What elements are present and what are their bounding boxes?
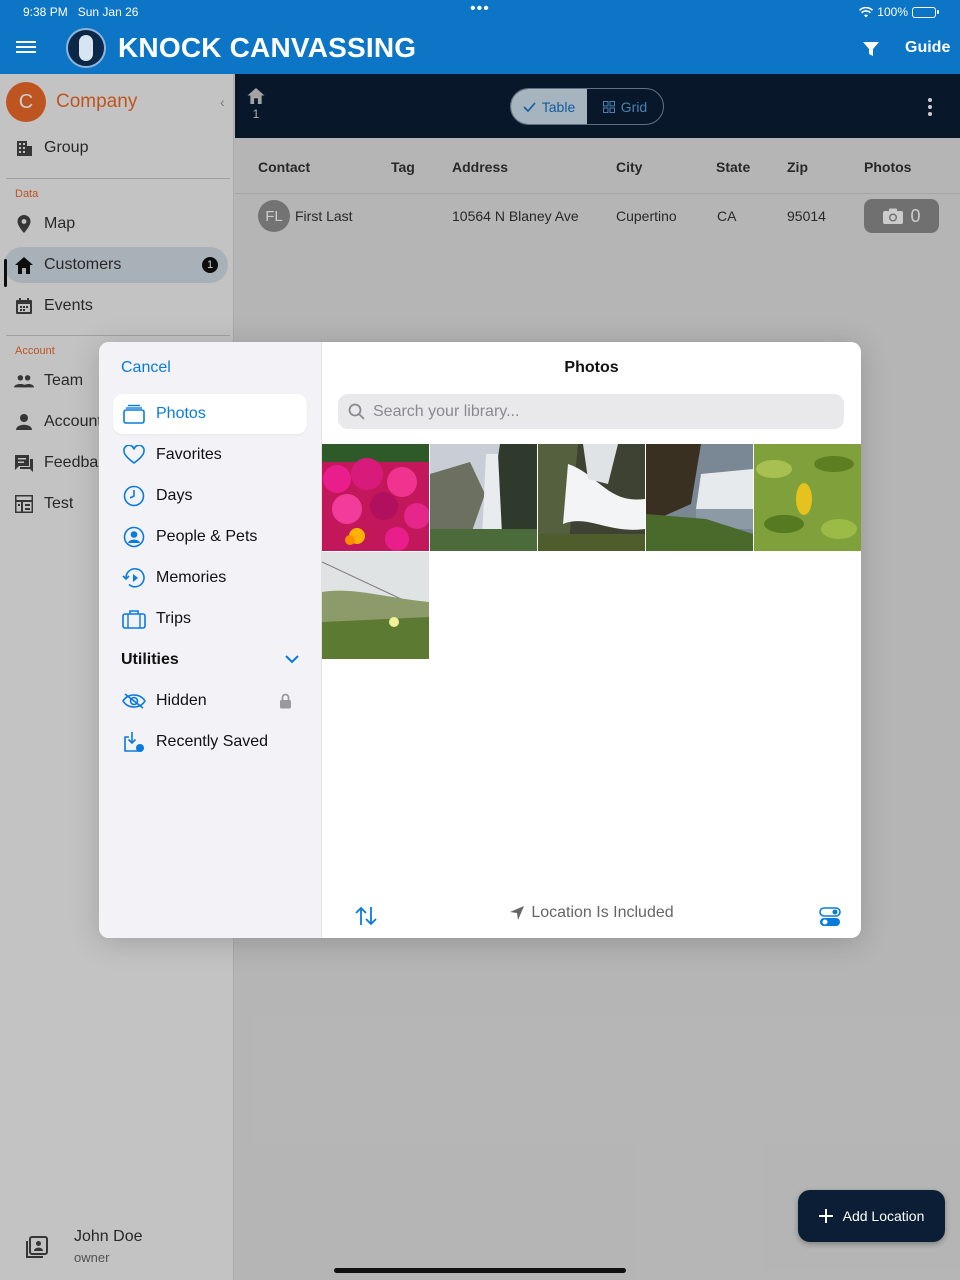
options-toggle-icon[interactable] bbox=[819, 907, 841, 927]
photo-thumbnail-dunes[interactable] bbox=[321, 552, 430, 659]
picker-item-label: Trips bbox=[156, 610, 191, 627]
picker-item-label: Favorites bbox=[156, 446, 222, 463]
battery-percent: 100% bbox=[877, 5, 908, 19]
clock-icon bbox=[121, 483, 147, 509]
picker-content: Photos Search your library... Location I… bbox=[321, 342, 861, 938]
photo-thumbnail-lemon-tree[interactable] bbox=[754, 444, 861, 551]
guide-button[interactable]: Guide bbox=[905, 39, 950, 57]
location-included-option[interactable]: Location Is Included bbox=[322, 904, 861, 922]
filter-icon[interactable] bbox=[862, 40, 880, 58]
photo-thumbnail-waterfall-1[interactable] bbox=[430, 444, 537, 551]
picker-item-label: Days bbox=[156, 487, 193, 504]
picker-item-recently-saved[interactable]: Recently Saved bbox=[113, 722, 307, 762]
lock-icon bbox=[280, 693, 291, 709]
picker-footer: Location Is Included bbox=[322, 898, 861, 938]
picker-item-label: Memories bbox=[156, 569, 227, 586]
location-arrow-icon bbox=[510, 906, 525, 920]
battery-icon bbox=[912, 6, 939, 18]
picker-item-memories[interactable]: Memories bbox=[113, 558, 307, 598]
picker-sidebar: Cancel Photos Favorites Days People & Pe… bbox=[99, 342, 322, 938]
picker-item-favorites[interactable]: Favorites bbox=[113, 435, 307, 475]
memories-icon bbox=[121, 565, 147, 591]
cancel-button[interactable]: Cancel bbox=[121, 359, 171, 377]
photo-thumbnail-waterfall-3[interactable] bbox=[646, 444, 753, 551]
app-brand-title: KNOCK CANVASSING bbox=[118, 32, 417, 63]
heart-icon bbox=[121, 442, 147, 468]
picker-title: Photos bbox=[564, 359, 619, 376]
location-included-label: Location Is Included bbox=[531, 904, 674, 921]
wifi-icon bbox=[859, 6, 874, 17]
picker-item-people-pets[interactable]: People & Pets bbox=[113, 517, 307, 557]
status-right: 100% bbox=[859, 5, 939, 19]
picker-item-label: Hidden bbox=[156, 692, 207, 709]
picker-item-trips[interactable]: Trips bbox=[113, 599, 307, 639]
plus-icon bbox=[818, 1209, 833, 1223]
app-logo bbox=[66, 28, 106, 68]
chevron-down-icon[interactable] bbox=[285, 654, 299, 664]
hamburger-menu-icon[interactable] bbox=[16, 38, 36, 58]
photo-thumbnail-waterfall-2[interactable] bbox=[538, 444, 645, 551]
picker-item-label: Recently Saved bbox=[156, 733, 269, 750]
add-location-label: Add Location bbox=[842, 1208, 925, 1224]
app-header: 9:38 PM Sun Jan 26 ••• 100% KNOCK CANVAS… bbox=[0, 0, 960, 74]
picker-item-days[interactable]: Days bbox=[113, 476, 307, 516]
photo-thumbnail-flowers[interactable] bbox=[322, 444, 430, 551]
download-icon bbox=[121, 729, 147, 755]
add-location-button[interactable]: Add Location bbox=[798, 1190, 945, 1242]
person-circle-icon bbox=[121, 524, 147, 550]
status-time-date: 9:38 PM Sun Jan 26 bbox=[23, 5, 139, 19]
picker-item-hidden[interactable]: Hidden bbox=[113, 681, 307, 721]
home-indicator[interactable] bbox=[334, 1268, 626, 1273]
picker-item-label: People & Pets bbox=[156, 528, 258, 545]
search-icon bbox=[348, 403, 365, 420]
photos-stack-icon bbox=[121, 401, 147, 427]
picker-item-label: Photos bbox=[156, 405, 206, 422]
multitask-dots-icon[interactable]: ••• bbox=[470, 0, 490, 18]
utilities-header[interactable]: Utilities bbox=[121, 651, 301, 669]
library-search[interactable] bbox=[338, 394, 844, 429]
status-bar: 9:38 PM Sun Jan 26 ••• 100% bbox=[0, 0, 960, 20]
eye-slash-icon bbox=[121, 688, 147, 714]
suitcase-icon bbox=[121, 606, 147, 632]
search-input[interactable] bbox=[373, 402, 813, 421]
photo-picker-dialog: Cancel Photos Favorites Days People & Pe… bbox=[99, 342, 861, 938]
picker-item-photos[interactable]: Photos bbox=[113, 394, 307, 434]
